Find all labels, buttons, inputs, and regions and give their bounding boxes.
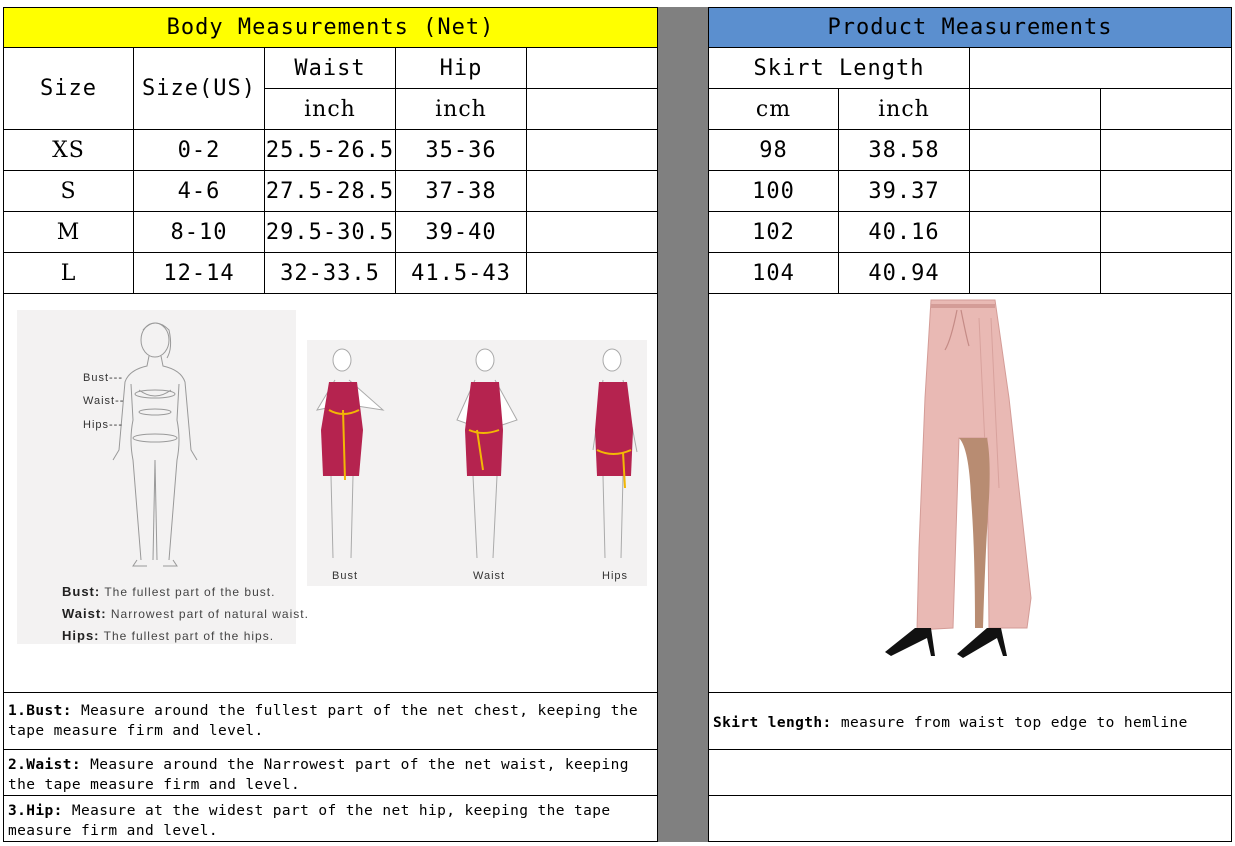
row-l-inch: 40.94 (839, 253, 970, 294)
dress-measure-figures: Bust Waist Hips (307, 340, 647, 586)
empty-cell (970, 212, 1101, 253)
empty-cell (527, 253, 658, 294)
empty-header-cell (527, 48, 658, 89)
skirt-length-header: Skirt Length (708, 48, 970, 89)
body-measurements-header: Body Measurements (Net) (3, 7, 658, 48)
row-m-us: 8-10 (134, 212, 265, 253)
body-figure-area: Bust--- Waist-- Hips--- Bust: The fulles… (3, 294, 658, 693)
empty-cell (970, 130, 1101, 171)
row-m-size: M (3, 212, 134, 253)
row-l-waist: 32-33.5 (265, 253, 396, 294)
row-xs-hip: 35-36 (396, 130, 527, 171)
legend-waist-desc: Narrowest part of natural waist. (110, 607, 309, 621)
legend-bust: Bust: The fullest part of the bust. (62, 584, 275, 599)
row-s-hip: 37-38 (396, 171, 527, 212)
empty-cell (527, 171, 658, 212)
legend-hips-desc: The fullest part of the hips. (103, 629, 275, 643)
row-s-waist: 27.5-28.5 (265, 171, 396, 212)
empty-cell (527, 130, 658, 171)
row-l-size: L (3, 253, 134, 294)
dress-label-bust: Bust (332, 570, 359, 582)
row-m-hip: 39-40 (396, 212, 527, 253)
note-skirt-length: Skirt length: measure from waist top edg… (708, 693, 1232, 750)
note-waist-term: 2.Waist: (8, 757, 82, 773)
legend-bust-term: Bust: (62, 584, 101, 599)
row-xs-inch: 38.58 (839, 130, 970, 171)
row-xs-cm: 98 (708, 130, 839, 171)
row-m-waist: 29.5-30.5 (265, 212, 396, 253)
inch-unit: inch (839, 89, 970, 130)
dress-label-hips: Hips (602, 570, 629, 582)
empty-cell (1101, 130, 1232, 171)
note-skirt-text: measure from waist top edge to hemline (831, 715, 1188, 731)
body-outline-figure: Bust--- Waist-- Hips--- Bust: The fulles… (17, 310, 308, 644)
hip-unit: inch (396, 89, 527, 130)
row-xs-us: 0-2 (134, 130, 265, 171)
row-m-cm: 102 (708, 212, 839, 253)
note-hip: 3.Hip: Measure at the widest part of the… (3, 796, 658, 842)
empty-cell (527, 212, 658, 253)
hip-column-header: Hip (396, 48, 527, 89)
legend-hips-term: Hips: (62, 628, 100, 643)
note-hip-term: 3.Hip: (8, 803, 63, 819)
legend-bust-desc: The fullest part of the bust. (104, 585, 276, 599)
legend-hips: Hips: The fullest part of the hips. (62, 628, 274, 643)
row-s-size: S (3, 171, 134, 212)
product-measurements-header: Product Measurements (708, 7, 1232, 48)
note-bust-text: Measure around the fullest part of the n… (8, 703, 638, 739)
row-xs-size: XS (3, 130, 134, 171)
row-l-us: 12-14 (134, 253, 265, 294)
empty-note-cell (708, 750, 1232, 796)
legend-waist-term: Waist: (62, 606, 107, 621)
size-column-header: Size (3, 48, 134, 130)
empty-header-cell (970, 48, 1232, 89)
empty-cell (1101, 171, 1232, 212)
row-s-cm: 100 (708, 171, 839, 212)
empty-cell (970, 253, 1101, 294)
row-s-inch: 39.37 (839, 171, 970, 212)
note-waist: 2.Waist: Measure around the Narrowest pa… (3, 750, 658, 796)
empty-cell (1101, 253, 1232, 294)
dress-label-waist: Waist (473, 570, 506, 582)
empty-note-cell (708, 796, 1232, 842)
waist-unit: inch (265, 89, 396, 130)
label-waist: Waist-- (83, 395, 125, 407)
size-us-column-header: Size(US) (134, 48, 265, 130)
label-hips: Hips--- (83, 419, 123, 431)
empty-cell (970, 89, 1101, 130)
row-l-hip: 41.5-43 (396, 253, 527, 294)
note-bust-term: 1.Bust: (8, 703, 72, 719)
cm-unit: cm (708, 89, 839, 130)
label-bust: Bust--- (83, 372, 123, 384)
empty-header-cell (527, 89, 658, 130)
product-image-area (708, 294, 1232, 693)
row-s-us: 4-6 (134, 171, 265, 212)
note-hip-text: Measure at the widest part of the net hi… (8, 803, 611, 839)
legend-waist: Waist: Narrowest part of natural waist. (62, 606, 309, 621)
row-m-inch: 40.16 (839, 212, 970, 253)
row-xs-waist: 25.5-26.5 (265, 130, 396, 171)
waist-column-header: Waist (265, 48, 396, 89)
row-l-cm: 104 (708, 253, 839, 294)
body-outline-icon (112, 322, 198, 567)
note-waist-text: Measure around the Narrowest part of the… (8, 757, 629, 793)
dress-figures-icon (315, 348, 638, 559)
skirt-product-image (885, 299, 1032, 658)
note-skirt-term: Skirt length: (713, 715, 832, 731)
column-separator (658, 7, 708, 842)
empty-cell (1101, 212, 1232, 253)
empty-cell (1101, 89, 1232, 130)
empty-cell (970, 171, 1101, 212)
note-bust: 1.Bust: Measure around the fullest part … (3, 693, 658, 750)
